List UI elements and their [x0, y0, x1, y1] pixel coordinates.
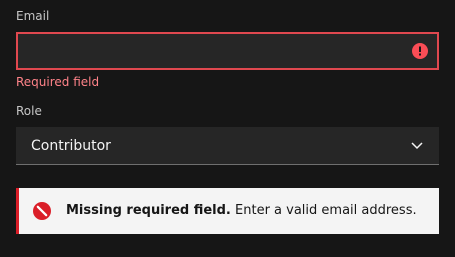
- notification-text: Missing required field. Enter a valid em…: [66, 202, 417, 220]
- warning-filled-icon: [412, 43, 428, 59]
- error-filled-icon: [33, 202, 51, 220]
- email-label: Email: [16, 9, 50, 23]
- email-input[interactable]: [18, 34, 437, 68]
- role-select-value: Contributor: [31, 138, 111, 154]
- role-label: Role: [16, 104, 42, 118]
- role-select[interactable]: Contributor: [16, 127, 439, 165]
- notification-title: Missing required field.: [66, 203, 231, 218]
- notification-message: Enter a valid email address.: [235, 203, 417, 218]
- error-notification: Missing required field. Enter a valid em…: [16, 188, 439, 234]
- chevron-down-icon: [411, 142, 423, 150]
- email-field[interactable]: [16, 32, 439, 70]
- email-error-message: Required field: [16, 75, 100, 89]
